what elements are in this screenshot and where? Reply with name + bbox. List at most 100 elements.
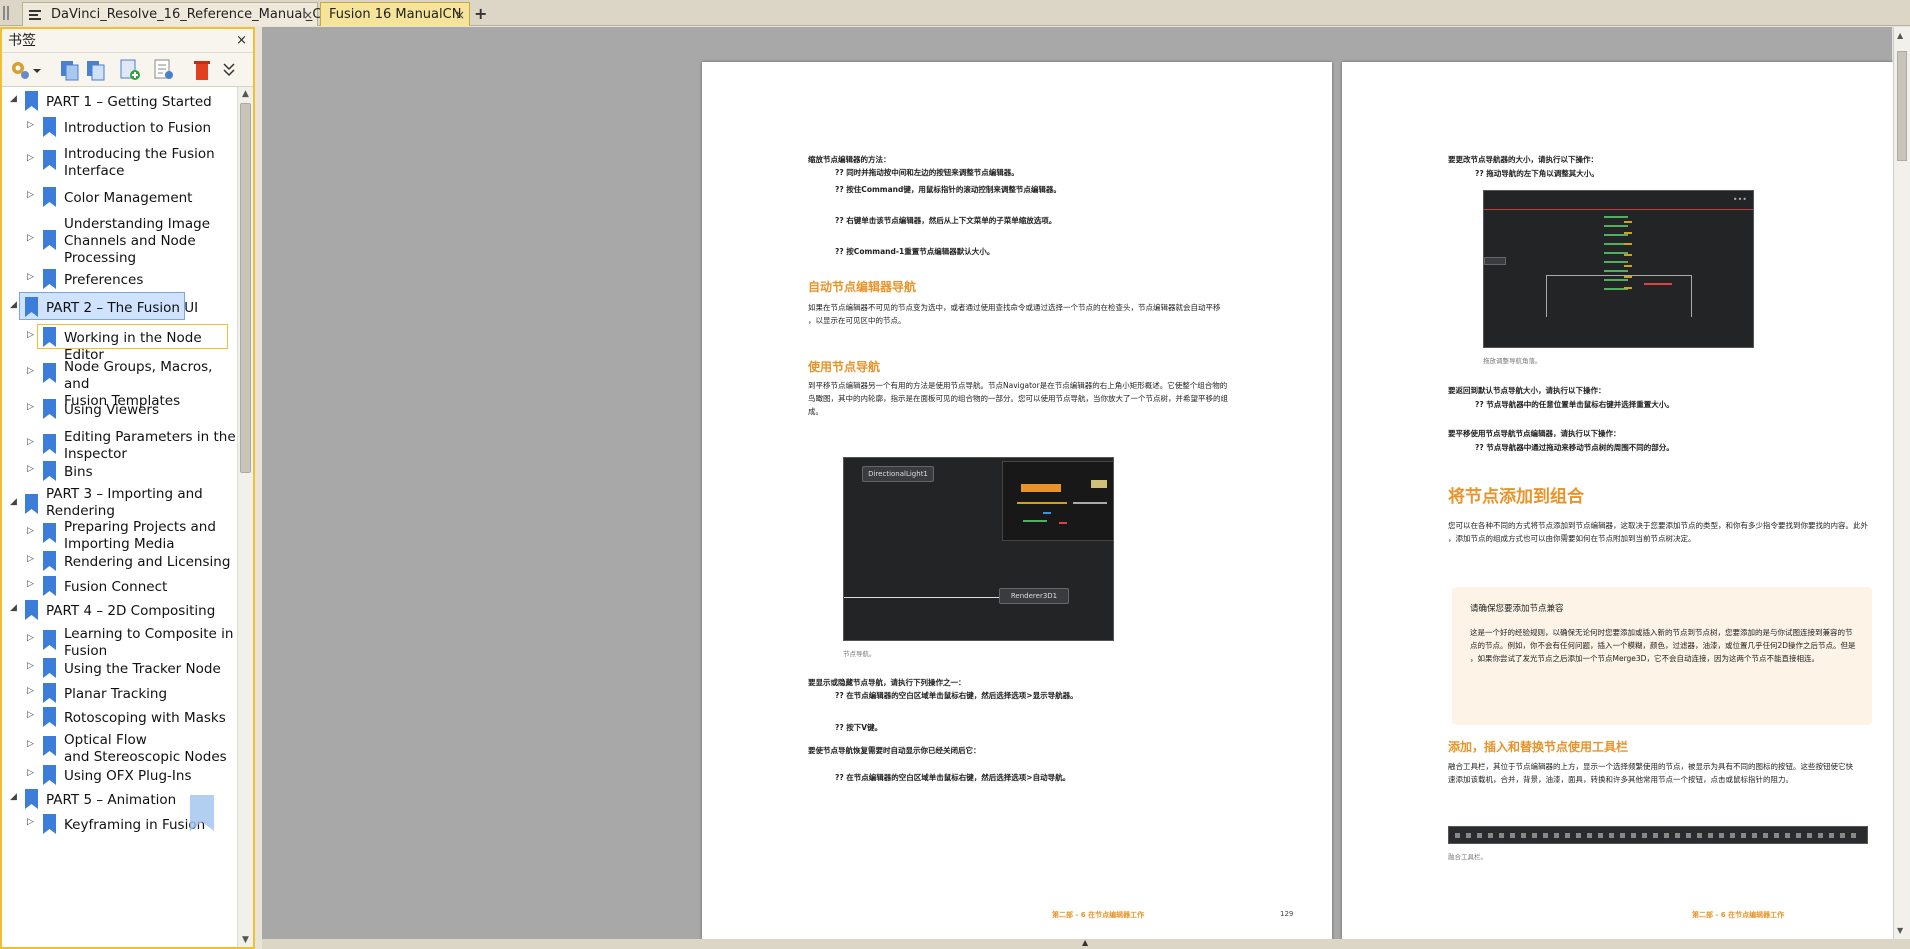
scroll-down-icon[interactable]: ▼ [1897,926,1903,935]
bookmark-part-5[interactable]: PART 5 – Animation [46,792,176,809]
close-icon[interactable]: × [303,3,313,27]
bookmark-label: Learning to Composite in [64,626,234,642]
add-bookmark-icon[interactable] [118,58,142,82]
bookmark-rotoscoping[interactable]: Rotoscoping with Masks [64,710,226,727]
collapsed-arrow-icon[interactable]: ▷ [27,526,34,536]
collapsed-arrow-icon[interactable]: ▷ [27,710,34,720]
delete-icon[interactable] [190,58,214,82]
bookmark-bins[interactable]: Bins [64,464,93,481]
body-text: 到平移节点编辑器另一个有用的方法是使用节点导航。节点Navigator是在节点编… [808,381,1228,390]
collapsed-arrow-icon[interactable]: ▷ [27,153,34,163]
collapsed-arrow-icon[interactable]: ▷ [27,272,34,282]
instruction-title: 要使节点导航恢复需要时自动显示你已经关闭后它： [808,746,981,755]
bookmark-introduction[interactable]: Introduction to Fusion [64,120,211,137]
bookmark-icon [25,600,38,620]
collapsed-arrow-icon[interactable]: ▷ [27,739,34,749]
collapsed-arrow-icon[interactable]: ▷ [27,190,34,200]
bookmark-part-1[interactable]: PART 1 – Getting Started [46,94,212,111]
bookmark-toolbar [2,53,253,87]
panel-splitter[interactable] [255,27,262,949]
expand-all-icon[interactable] [58,58,82,82]
expand-arrow-icon[interactable]: ◢ [10,300,17,310]
tab-reference-manual[interactable]: DaVinci_Resolve_16_Reference_Manual_CN × [22,2,331,27]
scroll-up-icon[interactable]: ▲ [1897,31,1903,40]
bookmark-inspector[interactable]: Editing Parameters in the Inspector [64,429,236,463]
bookmark-preferences[interactable]: Preferences [64,272,143,289]
expand-arrow-icon[interactable]: ◢ [10,94,17,104]
figure-caption: 节点导航。 [843,650,876,658]
bookmark-label: Color Management [64,190,193,206]
collapsed-arrow-icon[interactable]: ▷ [27,120,34,130]
chapter-heading: 将节点添加到组合 [1448,487,1584,507]
bookmark-icon [25,494,38,514]
collapsed-arrow-icon[interactable]: ▷ [27,366,34,376]
bookmark-label: Using the Tracker Node [64,661,221,677]
figure-caption: 拖放调整导航角落。 [1483,357,1542,365]
bookmark-learning-composite[interactable]: Learning to Composite in Fusion [64,626,233,660]
bookmark-icon [43,707,56,727]
sidebar-scrollbar[interactable]: ▲ ▼ [237,87,253,947]
bookmark-planar-tracking[interactable]: Planar Tracking [64,686,167,703]
bookmark-label: Optical Flow [64,732,147,748]
bookmark-preparing-projects[interactable]: Preparing Projects and Importing Media [64,519,216,553]
settings-gear-icon[interactable] [8,58,32,82]
collapsed-arrow-icon[interactable]: ▷ [27,402,34,412]
bookmark-label-line2: Importing Media [64,536,175,552]
collapsed-arrow-icon[interactable]: ▷ [27,437,34,447]
collapse-up-icon[interactable]: ▲ [1082,938,1088,947]
zoom-bullet: ?? 按Command-1重置节点编辑器默认大小。 [835,247,995,256]
bookmark-fusion-connect[interactable]: Fusion Connect [64,579,167,596]
close-icon[interactable]: × [455,3,465,27]
new-tab-button[interactable]: + [474,4,487,23]
bookmark-drag-icon [190,795,214,831]
more-options-icon[interactable] [222,58,236,82]
bookmark-tracker-node[interactable]: Using the Tracker Node [64,661,221,678]
scroll-down-icon[interactable]: ▼ [240,935,251,945]
collapsed-arrow-icon[interactable]: ▷ [27,661,34,671]
bookmark-viewers[interactable]: Using Viewers [64,402,159,419]
bookmark-part-3[interactable]: PART 3 – Importing and Rendering [46,486,203,520]
bookmark-rendering[interactable]: Rendering and Licensing [64,554,230,571]
scroll-thumb[interactable] [1897,51,1907,161]
bookmark-introducing-interface[interactable]: Introducing the Fusion Interface [64,146,215,180]
scroll-up-icon[interactable]: ▲ [240,89,251,99]
collapse-all-icon[interactable] [84,58,108,82]
close-icon[interactable]: × [236,29,247,53]
collapsed-arrow-icon[interactable]: ▷ [27,579,34,589]
bookmark-part-4[interactable]: PART 4 – 2D Compositing [46,603,215,620]
bookmark-label: Fusion Connect [64,579,168,595]
tab-bar: DaVinci_Resolve_16_Reference_Manual_CN ×… [0,0,1910,26]
viewer-scrollbar[interactable]: ▲ ▼ [1893,27,1910,939]
grip-icon[interactable] [2,4,18,22]
expand-arrow-icon[interactable]: ◢ [10,497,17,507]
collapsed-arrow-icon[interactable]: ▷ [27,633,34,643]
collapsed-arrow-icon[interactable]: ▷ [27,554,34,564]
bookmark-ofx-plugins[interactable]: Using OFX Plug-Ins [64,768,191,785]
collapsed-arrow-icon[interactable]: ▷ [27,464,34,474]
collapsed-arrow-icon[interactable]: ▷ [27,330,34,340]
page-footer: 第二部 - 6 在节点编辑器工作 [1052,911,1145,919]
figure-caption: 融合工具栏。 [1448,853,1487,861]
bookmark-part-2[interactable]: PART 2 – The Fusion UI [46,300,198,317]
scroll-thumb[interactable] [240,103,251,473]
note-text: 这是一个好的经验规则，以确保无论何时您要添加或插入新的节点到节点树，您要添加的是… [1470,628,1853,637]
bookmark-label: Node Groups, Macros, and [64,359,213,392]
document-viewer[interactable]: 缩放节点编辑器的方法： ?? 同时并拖动按中间和左边的按钮来调整节点编辑器。 ?… [262,27,1910,949]
bookmark-optical-flow[interactable]: Optical Flow and Stereoscopic Nodes [64,732,227,766]
instruction-bullet: ?? 拖动导航的左下角以调整其大小。 [1475,169,1599,178]
collapsed-arrow-icon[interactable]: ▷ [27,686,34,696]
body-text: ，以显示在可见区中的节点。 [808,316,906,325]
bookmark-understanding-image[interactable]: Understanding Image Channels and Node Proc… [64,216,210,267]
bookmark-label-line3: Processing [64,250,137,266]
bookmark-color-management[interactable]: Color Management [64,190,192,207]
collapsed-arrow-icon[interactable]: ▷ [27,233,34,243]
expand-arrow-icon[interactable]: ◢ [10,792,17,802]
expand-arrow-icon[interactable]: ◢ [10,603,17,613]
dropdown-arrow-icon[interactable] [32,58,42,82]
bookmark-keyframing[interactable]: Keyframing in Fusion [64,817,205,834]
tab-fusion-manual[interactable]: Fusion 16 ManualCN × [320,2,470,26]
section-heading: 自动节点编辑器导航 [808,280,917,294]
collapsed-arrow-icon[interactable]: ▷ [27,768,34,778]
bookmark-properties-icon[interactable] [152,58,176,82]
collapsed-arrow-icon[interactable]: ▷ [27,817,34,827]
